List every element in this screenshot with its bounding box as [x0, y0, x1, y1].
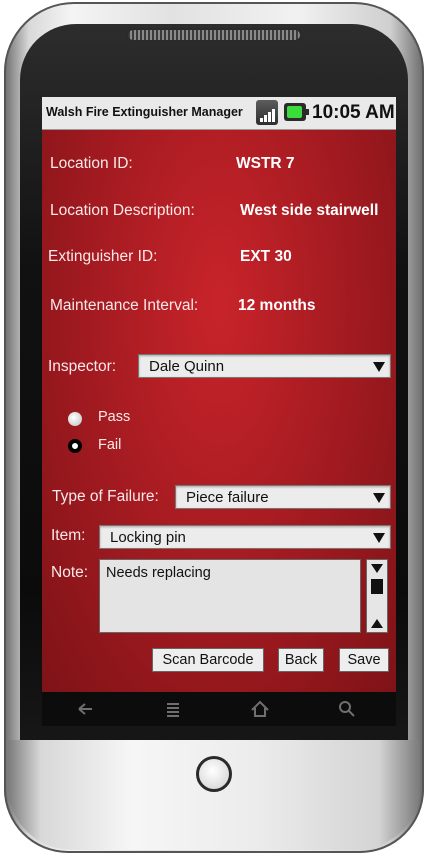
chevron-down-icon: [373, 362, 385, 372]
trackball-button[interactable]: [196, 756, 232, 792]
note-textarea[interactable]: Needs replacing: [99, 559, 361, 633]
inspector-selected: Dale Quinn: [149, 358, 225, 375]
back-button[interactable]: Back: [278, 648, 324, 672]
app-title: Walsh Fire Extinguisher Manager: [46, 105, 243, 119]
menu-icon[interactable]: [162, 700, 184, 718]
location-description-label: Location Description:: [50, 202, 195, 219]
pass-radio[interactable]: [68, 412, 82, 426]
location-id-value: WSTR 7: [236, 155, 295, 172]
chevron-down-icon: [373, 493, 385, 503]
fail-radio[interactable]: [68, 439, 82, 453]
search-icon[interactable]: [336, 700, 358, 718]
item-selected: Locking pin: [110, 529, 186, 546]
failure-type-dropdown[interactable]: Piece failure: [175, 485, 391, 509]
note-text: Needs replacing: [106, 565, 211, 581]
note-scrollbar[interactable]: [366, 559, 388, 633]
app-screen: Walsh Fire Extinguisher Manager 10:05 AM…: [42, 97, 396, 692]
location-description-value: West side stairwell: [240, 202, 379, 219]
maintenance-interval-label: Maintenance Interval:: [50, 297, 199, 314]
fail-label: Fail: [98, 437, 122, 453]
maintenance-interval-value: 12 months: [238, 297, 316, 314]
signal-icon: [256, 100, 278, 125]
chevron-down-icon: [373, 533, 385, 543]
status-bar: Walsh Fire Extinguisher Manager 10:05 AM: [42, 97, 396, 130]
failure-type-selected: Piece failure: [186, 489, 269, 506]
inspector-label: Inspector:: [48, 358, 117, 375]
extinguisher-id-label: Extinguisher ID:: [48, 248, 158, 265]
scan-barcode-button[interactable]: Scan Barcode: [152, 648, 264, 672]
speaker-grille: [128, 30, 300, 40]
item-label: Item:: [51, 527, 86, 544]
note-label: Note:: [51, 564, 89, 581]
extinguisher-id-value: EXT 30: [240, 248, 292, 265]
home-icon[interactable]: [249, 700, 271, 718]
failure-type-label: Type of Failure:: [52, 488, 159, 505]
status-time: 10:05 AM: [312, 102, 395, 123]
back-icon[interactable]: [75, 700, 97, 718]
item-dropdown[interactable]: Locking pin: [99, 525, 391, 549]
save-button[interactable]: Save: [339, 648, 389, 672]
scroll-thumb[interactable]: [371, 579, 383, 594]
scroll-up-arrow-icon[interactable]: [371, 619, 383, 628]
inspector-dropdown[interactable]: Dale Quinn: [138, 354, 391, 378]
location-id-label: Location ID:: [50, 155, 133, 172]
battery-icon: [284, 103, 309, 121]
scroll-down-arrow-icon[interactable]: [371, 564, 383, 573]
pass-label: Pass: [98, 409, 131, 425]
android-nav-bar: [42, 692, 396, 726]
